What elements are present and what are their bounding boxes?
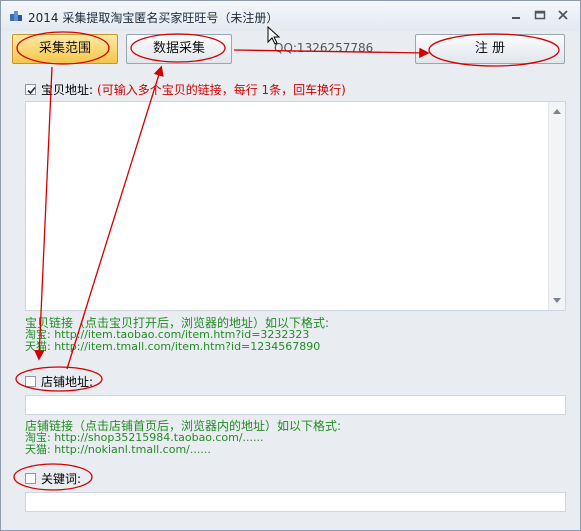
close-icon[interactable] [556,9,570,21]
title-bar: 2014 采集提取淘宝匿名买家旺旺号（未注册） [1,1,580,31]
data-collect-button[interactable]: 数据采集 [126,34,232,64]
shop-address-row: 店铺地址: [25,373,93,390]
item-address-row: 宝贝地址: (可输入多个宝贝的链接，每行 1条，回车换行) [25,81,346,98]
item-address-label: 宝贝地址: [41,83,94,97]
collect-range-button[interactable]: 采集范围 [12,34,118,64]
textarea-scrollbar[interactable] [548,102,565,310]
shop-address-checkbox[interactable] [25,376,36,387]
keyword-row: 关键词: [25,470,81,487]
app-window: 2014 采集提取淘宝匿名买家旺旺号（未注册） 采集范围 数据采集 QQ:132… [0,0,581,531]
item-address-textarea[interactable] [25,101,566,311]
minimize-icon[interactable] [509,9,523,21]
app-icon [10,11,22,21]
mouse-cursor-icon [267,26,281,45]
qq-contact-text: QQ:1326257786 [274,41,374,55]
window-title: 2014 采集提取淘宝匿名买家旺旺号（未注册） [28,11,279,25]
item-example-tmall: 天猫: http://item.tmall.com/item.htm?id=12… [25,340,321,353]
register-button[interactable]: 注 册 [415,34,565,64]
keyword-checkbox[interactable] [25,473,36,484]
item-address-hint: (可输入多个宝贝的链接，每行 1条，回车换行) [97,83,346,97]
scroll-down-icon[interactable] [553,298,561,303]
shop-address-input[interactable] [25,395,566,415]
scroll-up-icon[interactable] [553,109,561,114]
keyword-label: 关键词: [41,472,82,486]
maximize-icon[interactable] [533,9,547,21]
shop-example-tmall: 天猫: http://nokianl.tmall.com/...... [25,443,211,456]
shop-address-label: 店铺地址: [41,375,94,389]
item-address-checkbox[interactable] [25,84,36,95]
checkmark-icon [27,86,36,95]
keyword-input[interactable] [25,492,566,512]
